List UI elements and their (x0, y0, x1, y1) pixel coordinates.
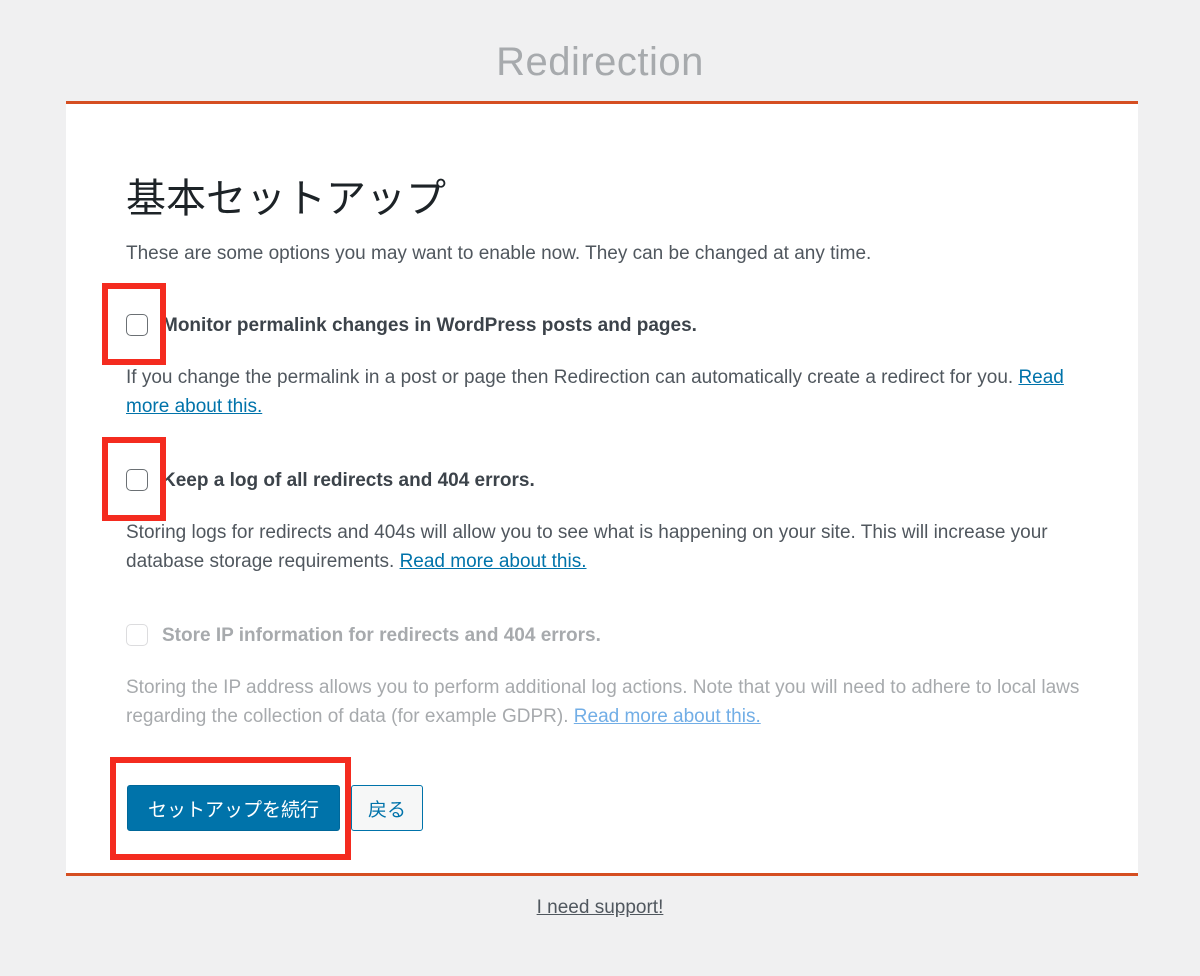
keep-log-checkbox[interactable] (126, 469, 148, 491)
option-monitor-permalinks: Monitor permalink changes in WordPress p… (126, 313, 1086, 417)
keep-log-read-more-link[interactable]: Read more about this. (400, 551, 587, 572)
store-ip-description: Storing the IP address allows you to per… (126, 677, 1080, 727)
back-button[interactable]: 戻る (351, 785, 423, 831)
keep-log-label[interactable]: Keep a log of all redirects and 404 erro… (162, 470, 535, 492)
setup-heading: 基本セットアップ (126, 176, 446, 222)
store-ip-read-more-link[interactable]: Read more about this. (574, 706, 761, 727)
support-link-container: I need support! (0, 897, 1200, 919)
monitor-permalinks-label[interactable]: Monitor permalink changes in WordPress p… (162, 315, 697, 337)
monitor-permalinks-checkbox[interactable] (126, 314, 148, 336)
option-keep-log: Keep a log of all redirects and 404 erro… (126, 468, 1086, 572)
app-title: Redirection (496, 40, 704, 84)
monitor-permalinks-description: If you change the permalink in a post or… (126, 367, 1064, 417)
continue-setup-button[interactable]: セットアップを続行 (127, 785, 340, 831)
option-store-ip: Store IP information for redirects and 4… (126, 623, 1086, 727)
store-ip-checkbox (126, 624, 148, 646)
setup-panel: 基本セットアップ These are some options you may … (66, 101, 1138, 876)
store-ip-label: Store IP information for redirects and 4… (162, 625, 601, 646)
setup-intro: These are some options you may want to e… (126, 243, 872, 264)
support-link[interactable]: I need support! (537, 897, 664, 918)
keep-log-description: Storing logs for redirects and 404s will… (126, 522, 1048, 572)
